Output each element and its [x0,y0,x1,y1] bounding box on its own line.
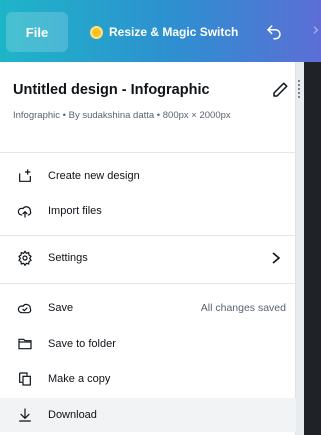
menu-item-label: Save to folder [48,338,116,350]
menu-item-download[interactable]: Download [0,398,296,432]
menu-item-label: Save [48,302,74,314]
resize-button-label: Resize & Magic Switch [109,25,239,39]
menu-item-label: Make a copy [48,373,111,385]
undo-button[interactable] [262,20,286,44]
menu-item-create-new-design[interactable]: Create new design [0,159,296,193]
folder-icon [16,335,34,353]
design-info: Infographic • By sudakshina datta • 800p… [13,110,231,121]
cloud-check-icon [16,299,34,317]
crown-icon [90,25,103,39]
menu-item-make-a-copy[interactable]: Make a copy [0,362,296,396]
file-menu-button[interactable]: File [6,12,68,52]
menu-item-label: Import files [48,205,102,217]
divider [0,235,296,236]
undo-icon [267,25,281,40]
menu-item-settings[interactable]: Settings [0,241,296,275]
menu-item-save[interactable]: Save All changes saved [0,291,296,325]
redo-icon [313,26,319,34]
pencil-icon[interactable] [271,81,289,99]
file-menu-panel: Untitled design - Infographic Infographi… [0,62,296,435]
menu-item-save-to-folder[interactable]: Save to folder [0,327,296,361]
divider [0,283,296,284]
download-icon [16,406,34,424]
gear-icon [16,249,34,267]
design-title-row: Untitled design - Infographic [13,78,289,102]
plus-document-icon [16,167,34,185]
menu-item-import-files[interactable]: Import files [0,194,296,228]
save-status-text: All changes saved [200,302,286,314]
panel-resize-handle[interactable] [298,80,304,98]
cloud-upload-icon [16,202,34,220]
divider [0,152,296,153]
resize-magic-switch-button[interactable]: Resize & Magic Switch [80,12,248,52]
design-title[interactable]: Untitled design - Infographic [13,82,210,98]
top-toolbar: File Resize & Magic Switch [0,0,321,62]
copy-icon [16,370,34,388]
menu-item-label: Download [48,409,97,421]
redo-button[interactable] [304,20,320,44]
menu-item-label: Settings [48,252,88,264]
canvas-background [304,62,321,435]
menu-item-label: Create new design [48,170,140,182]
chevron-right-icon [272,252,281,264]
